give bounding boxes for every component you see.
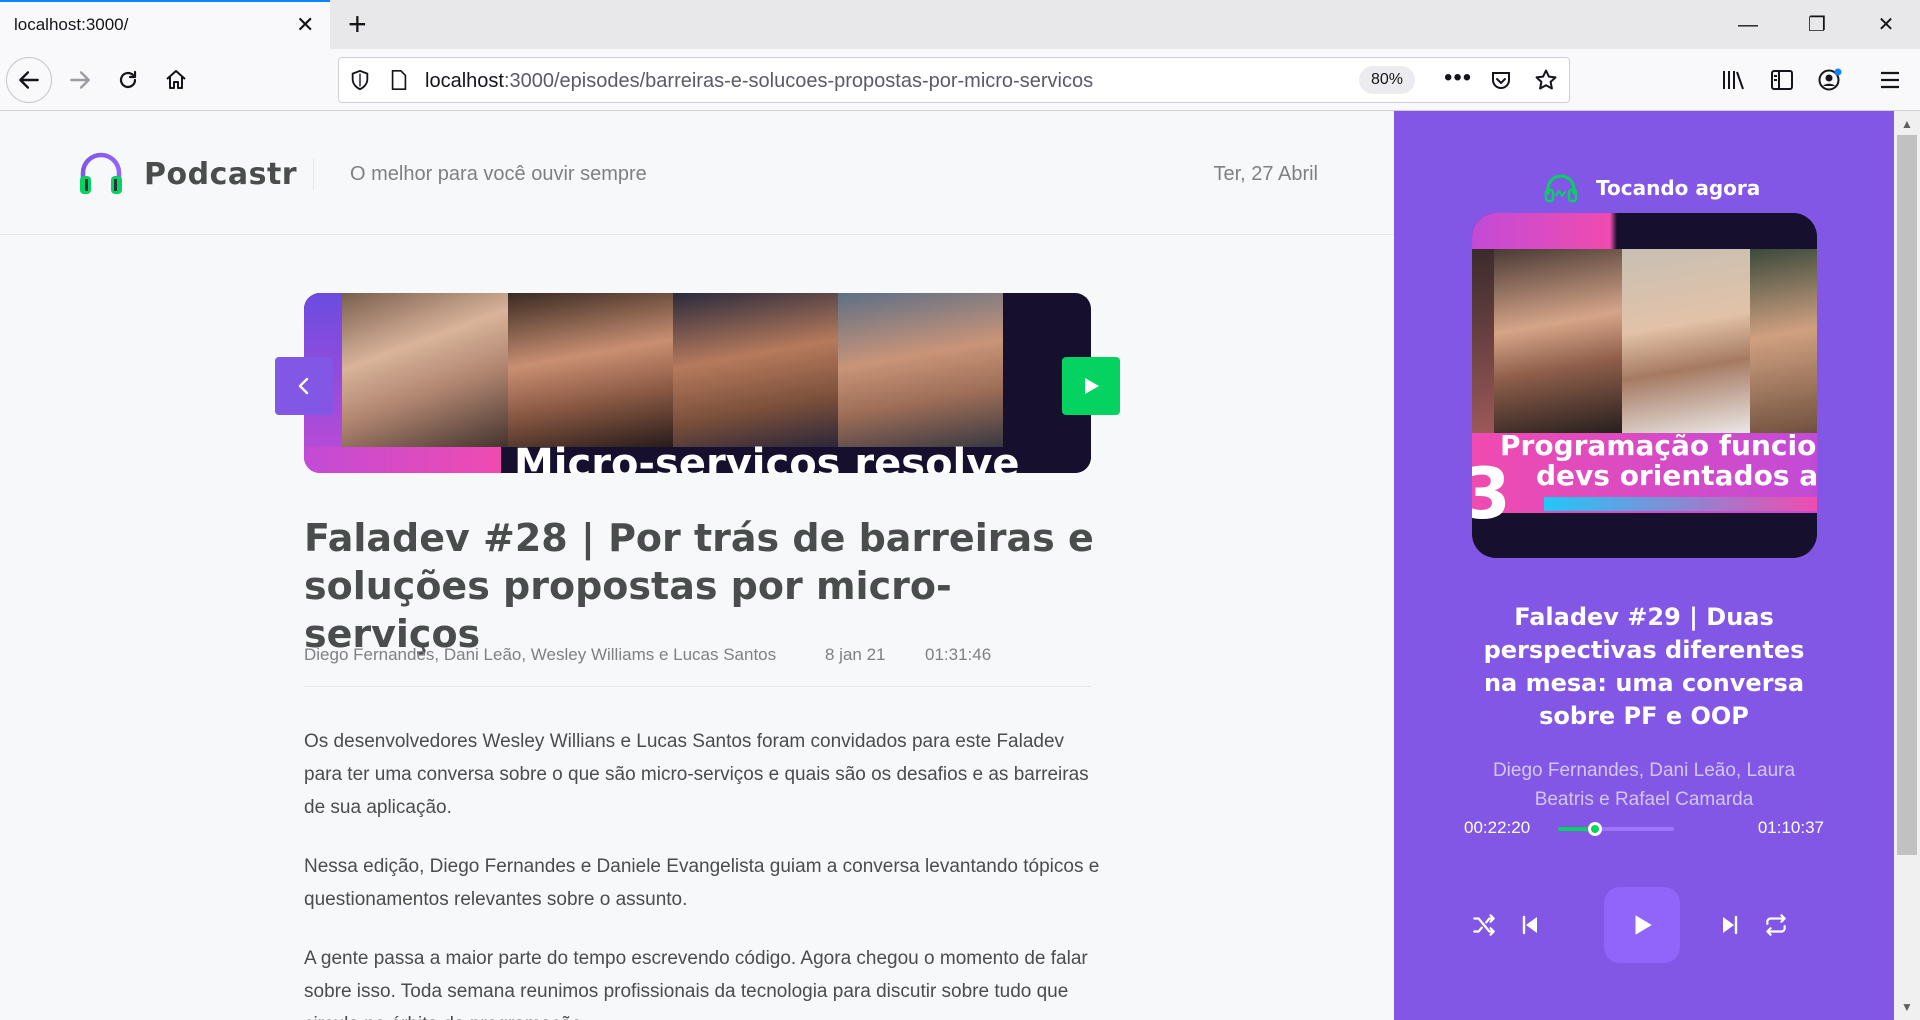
thumbnail-top-bar xyxy=(1472,213,1817,249)
thumbnail-bar xyxy=(1544,497,1817,511)
now-playing-label: Tocando agora xyxy=(1596,176,1761,200)
browser-tab-bar: localhost:3000/ ✕ + — ❐ ✕ xyxy=(0,0,1920,49)
tab-close-icon[interactable]: ✕ xyxy=(296,13,314,37)
previous-icon[interactable] xyxy=(1510,905,1550,945)
header-date: Ter, 27 Abril xyxy=(1213,163,1318,185)
browser-tab[interactable]: localhost:3000/ ✕ xyxy=(0,0,330,49)
guest-photo xyxy=(1472,249,1494,439)
page-icon xyxy=(389,69,409,96)
minimize-button[interactable]: — xyxy=(1733,10,1763,40)
main-content: Podcastr O melhor para você ouvir sempre… xyxy=(0,111,1394,1020)
episode-thumbnail: Micro-serviços resolve xyxy=(304,293,1091,473)
headphones-icon xyxy=(1544,174,1578,203)
progress-slider[interactable] xyxy=(1558,822,1674,836)
player-episode-members: Diego Fernandes, Dani Leão, Laura Beatri… xyxy=(1492,760,1796,810)
guest-photo xyxy=(342,293,508,453)
episode-members: Diego Fernandes, Dani Leão, Wesley Willi… xyxy=(304,645,777,664)
address-bar[interactable]: localhost:3000/episodes/barreiras-e-solu… xyxy=(338,57,1570,103)
description-paragraph: A gente passa a maior parte do tempo esc… xyxy=(304,948,1088,1020)
new-tab-button[interactable]: + xyxy=(348,6,367,42)
restore-button[interactable]: ❐ xyxy=(1802,10,1832,40)
episode-duration: 01:31:46 xyxy=(925,645,992,664)
guest-photo xyxy=(1750,249,1817,439)
play-icon xyxy=(1085,378,1099,394)
guest-photo xyxy=(838,293,1003,453)
player-header: Tocando agora xyxy=(1544,173,1760,203)
site-header: Podcastr O melhor para você ouvir sempre… xyxy=(0,111,1394,235)
sidebar-icon[interactable] xyxy=(1764,62,1800,98)
progress: 00:22:20 01:10:37 xyxy=(1464,815,1824,845)
play-button[interactable] xyxy=(1604,887,1680,963)
pocket-icon[interactable] xyxy=(1489,69,1513,98)
play-icon xyxy=(1635,915,1652,935)
guest-photo xyxy=(1622,249,1750,439)
player-controls xyxy=(1464,887,1824,963)
scroll-down-icon[interactable]: ▼ xyxy=(1901,1000,1913,1014)
tagline: O melhor para você ouvir sempre xyxy=(350,163,647,185)
description-paragraph: Nessa edição, Diego Fernandes e Daniele … xyxy=(304,856,1100,910)
more-icon[interactable]: ••• xyxy=(1444,64,1472,92)
progress-handle[interactable] xyxy=(1588,822,1603,836)
player-episode-title: Faladev #29 | Duas perspectivas diferent… xyxy=(1483,603,1805,730)
thumbnail-caption: Micro-serviços resolve xyxy=(514,441,1020,473)
shield-icon[interactable] xyxy=(349,69,371,96)
description-paragraph: Os desenvolvedores Wesley Willians e Luc… xyxy=(304,731,1089,818)
forward-icon[interactable] xyxy=(62,62,98,98)
tab-title: localhost:3000/ xyxy=(14,15,129,34)
url-text[interactable]: localhost:3000/episodes/barreiras-e-solu… xyxy=(425,70,1093,93)
episode-meta: Diego Fernandes, Dani Leão, Wesley Willi… xyxy=(304,645,1091,687)
chevron-left-icon xyxy=(298,377,309,395)
shuffle-icon[interactable] xyxy=(1464,905,1504,945)
back-button[interactable] xyxy=(275,357,333,415)
zoom-level-badge[interactable]: 80% xyxy=(1359,66,1415,94)
close-window-button[interactable]: ✕ xyxy=(1871,10,1901,40)
guest-photo xyxy=(1494,249,1622,439)
page-scrollbar[interactable]: ▲ ▼ xyxy=(1894,111,1920,1020)
episode-title: Faladev #28 | Por trás de barreiras e so… xyxy=(304,516,1094,656)
browser-nav-bar: localhost:3000/episodes/barreiras-e-solu… xyxy=(0,49,1920,111)
thumbnail-number: 3 xyxy=(1472,453,1511,535)
current-time: 00:22:20 xyxy=(1464,818,1531,837)
menu-icon[interactable] xyxy=(1872,62,1908,98)
home-icon[interactable] xyxy=(158,62,194,98)
page: Podcastr O melhor para você ouvir sempre… xyxy=(0,111,1920,1020)
player-thumbnail: 3 Programação funcion devs orientados a … xyxy=(1472,213,1817,558)
player: Tocando agora 3 Programação funcion devs… xyxy=(1394,111,1894,1020)
play-episode-button[interactable] xyxy=(1062,357,1120,415)
total-time: 01:10:37 xyxy=(1757,818,1824,837)
episode-description: Os desenvolvedores Wesley Willians e Luc… xyxy=(304,725,1104,1020)
episode-date: 8 jan 21 xyxy=(825,645,886,664)
headphones-icon xyxy=(80,152,122,194)
back-icon[interactable] xyxy=(6,57,52,103)
reload-icon[interactable] xyxy=(110,62,146,98)
library-icon[interactable] xyxy=(1716,62,1752,98)
account-icon[interactable] xyxy=(1812,62,1848,98)
next-icon[interactable] xyxy=(1710,905,1750,945)
thumbnail-caption: devs orientados a o xyxy=(1536,459,1817,492)
guest-photo xyxy=(673,293,838,453)
scroll-thumb[interactable] xyxy=(1897,135,1917,855)
logo-text[interactable]: Podcastr xyxy=(144,157,297,192)
scroll-up-icon[interactable]: ▲ xyxy=(1901,117,1913,131)
guest-photo xyxy=(508,293,673,453)
thumbnail-caption: Programação funcion xyxy=(1500,429,1817,462)
star-icon[interactable] xyxy=(1534,68,1558,97)
header-divider xyxy=(313,158,314,190)
repeat-icon[interactable] xyxy=(1756,905,1796,945)
